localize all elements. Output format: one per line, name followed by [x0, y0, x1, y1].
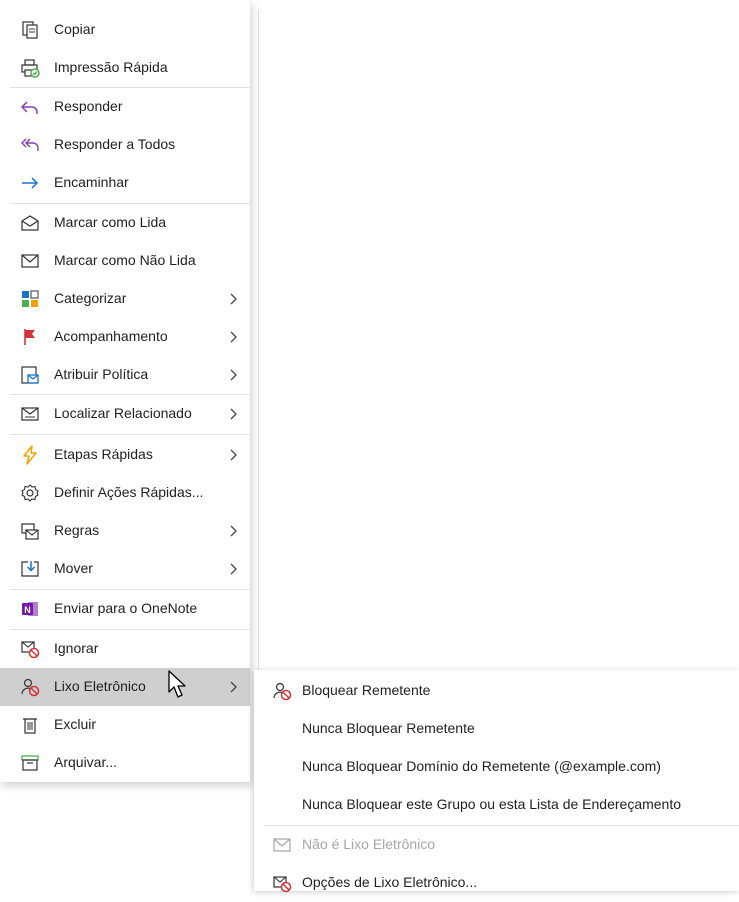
context-menu: Copiar Impressão Rápida Responder Respon… — [0, 0, 250, 782]
chevron-right-icon — [230, 449, 237, 461]
menu-item-label: Enviar para o OneNote — [54, 600, 198, 616]
menu-item-quick-steps[interactable]: Etapas Rápidas — [0, 436, 250, 474]
menu-item-label: Lixo Eletrônico — [54, 678, 146, 694]
menu-item-label: Marcar como Lida — [54, 214, 167, 230]
submenu-item-label: Bloquear Remetente — [302, 682, 431, 698]
reply-all-icon — [21, 138, 39, 151]
menu-item-mark-unread[interactable]: Marcar como Não Lida — [0, 242, 250, 280]
menu-item-label: Acompanhamento — [54, 328, 168, 344]
menu-item-send-to-onenote[interactable]: N Enviar para o OneNote — [0, 590, 250, 628]
chevron-right-icon — [230, 525, 237, 537]
menu-separator — [10, 434, 250, 435]
menu-item-reply[interactable]: Responder — [0, 88, 250, 126]
menu-item-label: Impressão Rápida — [54, 59, 168, 75]
menu-item-ignore[interactable]: Ignorar — [0, 630, 250, 668]
reply-icon — [20, 101, 38, 114]
menu-item-mark-read[interactable]: Marcar como Lida — [0, 204, 250, 242]
menu-item-label: Ignorar — [54, 640, 99, 656]
menu-item-label: Mover — [54, 560, 93, 576]
submenu-item-label: Não é Lixo Eletrônico — [302, 836, 436, 852]
menu-item-label: Arquivar... — [54, 754, 118, 770]
junk-options-icon — [273, 876, 292, 893]
submenu-item-junk-options[interactable]: Opções de Lixo Eletrônico... — [254, 864, 739, 902]
flag-icon — [24, 329, 35, 345]
submenu-item-never-block-sender[interactable]: Nunca Bloquear Remetente — [254, 710, 739, 748]
menu-item-junk[interactable]: Lixo Eletrônico — [0, 668, 250, 706]
menu-item-delete[interactable]: Excluir — [0, 706, 250, 744]
chevron-right-icon — [230, 331, 237, 343]
menu-item-copy[interactable]: Copiar — [0, 11, 250, 49]
mouse-cursor-icon — [168, 670, 186, 698]
menu-item-assign-policy[interactable]: Atribuir Política — [0, 356, 250, 394]
submenu-item-never-block-domain[interactable]: Nunca Bloquear Domínio do Remetente (@ex… — [254, 748, 739, 786]
menu-item-label: Definir Ações Rápidas... — [54, 484, 204, 500]
rules-icon — [21, 523, 39, 540]
chevron-right-icon — [230, 293, 237, 305]
menu-item-label: Etapas Rápidas — [54, 446, 153, 462]
categorize-icon — [22, 290, 39, 307]
junk-submenu: Bloquear Remetente Nunca Bloquear Remete… — [254, 670, 739, 893]
menu-item-label: Excluir — [54, 716, 97, 732]
forward-icon — [22, 177, 39, 189]
menu-item-set-quick-actions[interactable]: Definir Ações Rápidas... — [0, 474, 250, 512]
copy-icon — [22, 21, 38, 39]
find-related-icon — [21, 407, 39, 421]
mark-read-icon — [21, 215, 39, 231]
menu-item-label: Copiar — [54, 21, 96, 37]
svg-text:N: N — [24, 605, 31, 615]
chevron-right-icon — [230, 369, 237, 381]
submenu-item-never-block-group[interactable]: Nunca Bloquear este Grupo ou esta Lista … — [254, 786, 739, 824]
chevron-right-icon — [230, 563, 237, 575]
chevron-right-icon — [230, 681, 237, 693]
not-junk-icon — [273, 838, 291, 852]
menu-divider-line — [258, 10, 259, 670]
move-icon — [21, 561, 39, 577]
chevron-right-icon — [230, 408, 237, 420]
block-sender-icon — [273, 682, 292, 701]
menu-item-rules[interactable]: Regras — [0, 512, 250, 550]
menu-item-label: Responder — [54, 98, 123, 114]
quick-print-icon — [21, 59, 40, 78]
menu-item-move[interactable]: Mover — [0, 550, 250, 588]
menu-item-label: Encaminhar — [54, 174, 129, 190]
submenu-item-not-junk: Não é Lixo Eletrônico — [254, 826, 739, 864]
menu-item-quick-print[interactable]: Impressão Rápida — [0, 49, 250, 87]
menu-item-follow-up[interactable]: Acompanhamento — [0, 318, 250, 356]
menu-item-label: Responder a Todos — [54, 136, 176, 152]
menu-item-label: Regras — [54, 522, 100, 538]
submenu-item-label: Nunca Bloquear Remetente — [302, 720, 475, 736]
menu-item-label: Categorizar — [54, 290, 127, 306]
mark-unread-icon — [21, 254, 39, 268]
menu-item-reply-all[interactable]: Responder a Todos — [0, 126, 250, 164]
assign-policy-icon — [21, 366, 39, 384]
menu-item-label: Marcar como Não Lida — [54, 252, 196, 268]
menu-item-forward[interactable]: Encaminhar — [0, 164, 250, 202]
menu-item-archive[interactable]: Arquivar... — [0, 744, 250, 782]
submenu-item-label: Nunca Bloquear Domínio do Remetente (@ex… — [302, 758, 661, 774]
menu-item-find-related[interactable]: Localizar Relacionado — [0, 395, 250, 433]
archive-icon — [21, 755, 39, 771]
menu-item-label: Atribuir Política — [54, 366, 149, 382]
submenu-item-label: Opções de Lixo Eletrônico... — [302, 874, 478, 890]
gear-icon — [21, 484, 39, 502]
junk-icon — [21, 678, 40, 697]
menu-item-label: Localizar Relacionado — [54, 405, 192, 421]
quick-steps-icon — [23, 445, 37, 465]
submenu-item-block-sender[interactable]: Bloquear Remetente — [254, 672, 739, 710]
onenote-icon: N — [22, 602, 38, 616]
menu-item-categorize[interactable]: Categorizar — [0, 280, 250, 318]
delete-icon — [23, 718, 37, 734]
submenu-item-label: Nunca Bloquear este Grupo ou esta Lista … — [302, 796, 682, 812]
ignore-icon — [21, 641, 40, 659]
